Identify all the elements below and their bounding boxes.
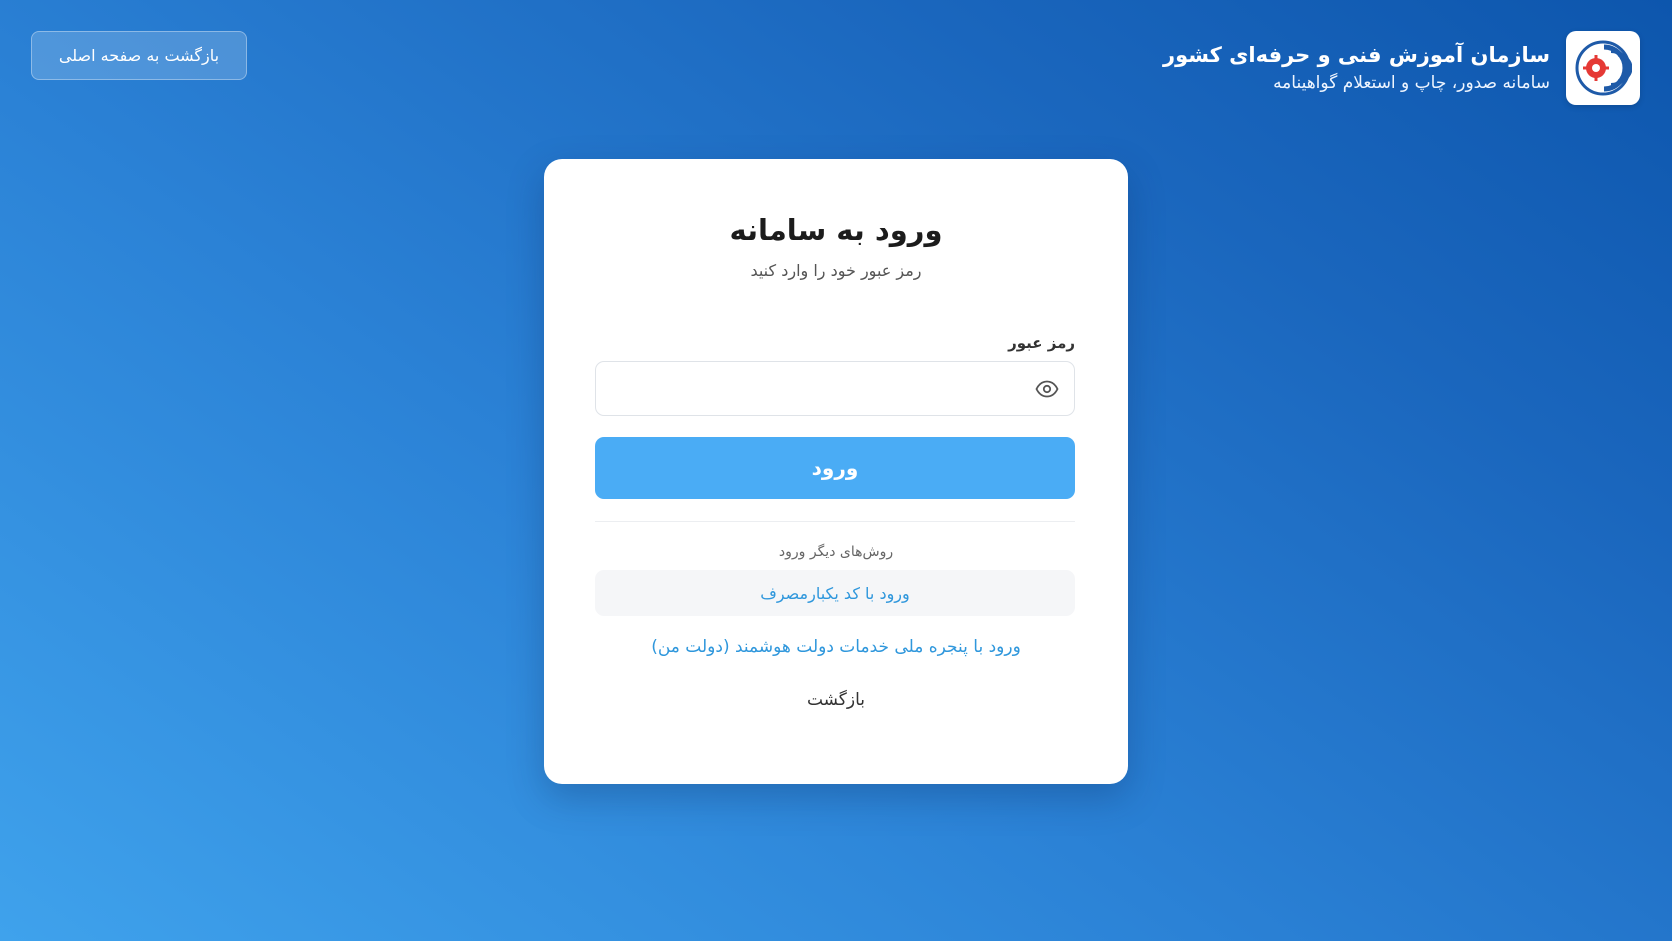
password-field-wrapper xyxy=(595,361,1075,416)
system-subtitle: سامانه صدور، چاپ و استعلام گواهینامه xyxy=(1273,73,1550,93)
eye-icon[interactable] xyxy=(1034,376,1060,402)
otp-login-button[interactable]: ورود با کد یکبارمصرف xyxy=(595,570,1075,616)
brand-text: سازمان آموزش فنی و حرفه‌ای کشور سامانه ص… xyxy=(1163,43,1550,93)
login-submit-button[interactable]: ورود xyxy=(595,437,1075,499)
back-to-home-button[interactable]: بازگشت به صفحه اصلی xyxy=(31,31,247,80)
divider xyxy=(595,521,1075,522)
login-subtitle: رمز عبور خود را وارد کنید xyxy=(750,261,922,280)
other-login-methods-label: روش‌های دیگر ورود xyxy=(778,544,894,560)
login-card: ورود به سامانه رمز عبور خود را وارد کنید… xyxy=(544,159,1128,784)
password-label: رمز عبور xyxy=(1008,334,1075,352)
organization-logo-icon xyxy=(1566,31,1640,105)
gov-portal-login-link[interactable]: ورود با پنجره ملی خدمات دولت هوشمند (دول… xyxy=(597,637,1075,657)
brand-header: سازمان آموزش فنی و حرفه‌ای کشور سامانه ص… xyxy=(1163,31,1640,105)
back-link[interactable]: بازگشت xyxy=(597,690,1075,710)
organization-title: سازمان آموزش فنی و حرفه‌ای کشور xyxy=(1162,43,1550,67)
password-input[interactable] xyxy=(596,362,1074,415)
login-title: ورود به سامانه xyxy=(729,213,943,247)
